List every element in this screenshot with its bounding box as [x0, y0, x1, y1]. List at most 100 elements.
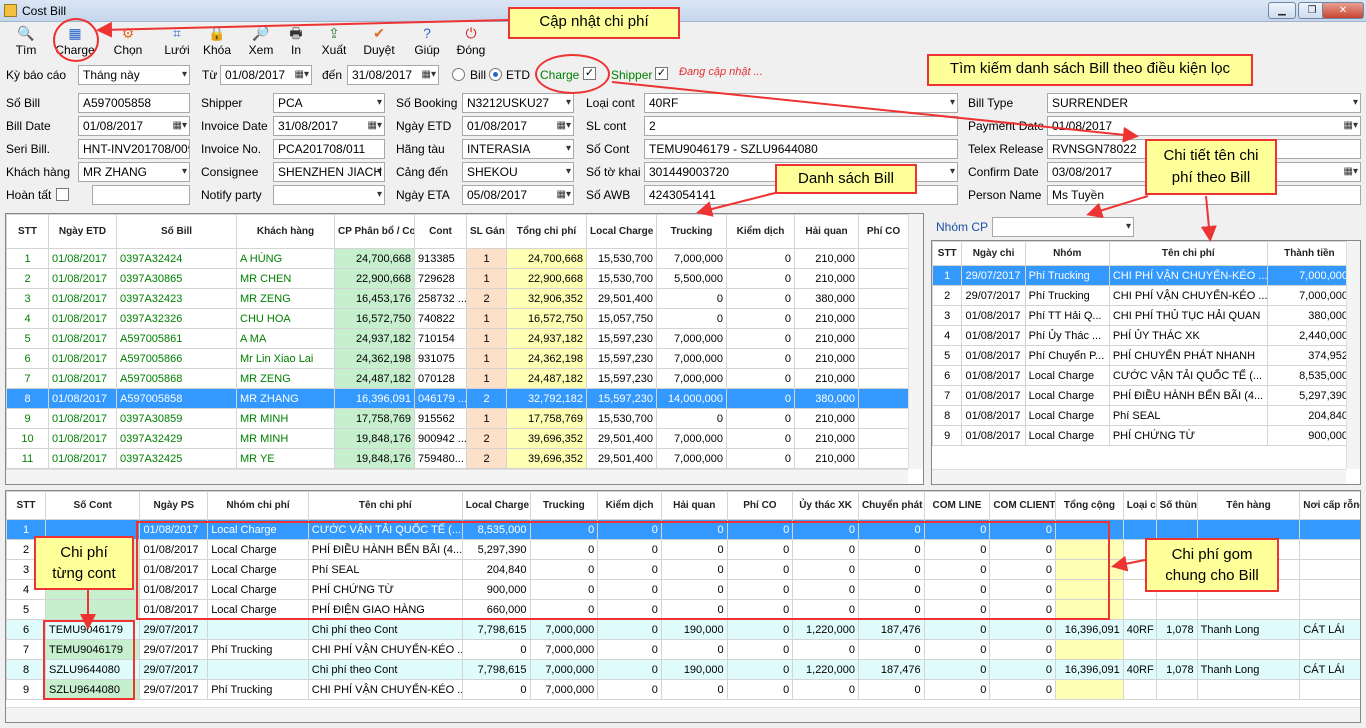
so-bill-field[interactable]: A597005858	[78, 93, 190, 113]
toolbar-export-button[interactable]: ⇪ Xuất	[317, 25, 351, 59]
seri-bill-field[interactable]: HNT-INV201708/009	[78, 139, 190, 159]
column-header[interactable]: Tên chi phí	[307, 491, 463, 520]
column-header[interactable]: Phí CO	[726, 491, 794, 520]
ngay-etd-field[interactable]: 01/08/2017	[462, 116, 574, 136]
table-row[interactable]: 2 29/07/2017 Phí Trucking CHI PHÍ VẬN CHUYỂ…	[932, 285, 1353, 306]
column-header[interactable]: Số Cont	[44, 491, 141, 520]
column-header[interactable]: SL Gán	[466, 214, 507, 249]
hoan-tat-checkbox[interactable]	[56, 188, 69, 201]
bill-date-field[interactable]: 01/08/2017	[78, 116, 190, 136]
cang-den-field[interactable]: SHEKOU	[462, 162, 574, 182]
detail-vscroll[interactable]	[1346, 241, 1360, 469]
table-row[interactable]: 11 01/08/2017 0397A32425 MR YE 19,848,176 759…	[6, 448, 909, 469]
consignee-field[interactable]: SHENZHEN JIACH	[273, 162, 385, 182]
minimize-button[interactable]: ▁	[1268, 2, 1296, 19]
column-header[interactable]: Kiểm dịch	[726, 214, 795, 249]
column-header[interactable]: Tên hàng	[1196, 491, 1301, 520]
hoan-tat-field[interactable]	[92, 185, 190, 205]
nhom-cp-select[interactable]	[992, 217, 1134, 237]
table-row[interactable]: 9 01/08/2017 Local Charge PHÍ CHỨNG TỪ 900,0…	[932, 425, 1353, 446]
etd-radio[interactable]	[489, 68, 502, 81]
table-row[interactable]: 5 01/08/2017 Phí Chuyển P... PHÍ CHUYỂN PHÁ…	[932, 345, 1353, 366]
toolbar-approve-button[interactable]: ✔ Duyệt	[360, 25, 398, 59]
table-row[interactable]: 4 01/08/2017 0397A32326 CHU HOA 16,572,750 74…	[6, 308, 909, 329]
table-row[interactable]: 8 01/08/2017 Local Charge Phí SEAL 204,840	[932, 405, 1353, 426]
khach-hang-field[interactable]: MR ZHANG	[78, 162, 190, 182]
column-header[interactable]: Phí CO	[858, 214, 909, 249]
charge-checkbox[interactable]: ✓	[583, 67, 596, 80]
bill-type-field[interactable]: SURRENDER	[1047, 93, 1361, 113]
so-cont-field[interactable]: TEMU9046179 - SZLU9644080	[644, 139, 958, 159]
column-header[interactable]: Tổng cộng	[1055, 491, 1124, 520]
table-row[interactable]: 6 TEMU9046179 29/07/2017 Chi phí theo Cont 7…	[6, 619, 1360, 640]
column-header[interactable]: Hải quan	[794, 214, 859, 249]
toolbar-calculator-button[interactable]: ▦ Charge	[53, 25, 97, 59]
table-row[interactable]: 3 01/08/2017 0397A32423 MR ZENG 16,453,176 25…	[6, 288, 909, 309]
toolbar-printer-button[interactable]: 🖶 In	[286, 25, 306, 59]
table-row[interactable]: 1 01/08/2017 0397A32424 A HÙNG 24,700,668 913…	[6, 248, 909, 269]
invoice-date-field[interactable]: 31/08/2017	[273, 116, 385, 136]
column-header[interactable]: Số thùng	[1155, 491, 1198, 520]
column-header[interactable]: Ngày chi	[961, 241, 1026, 266]
toolbar-gear-button[interactable]: ⚙ Chọn	[108, 25, 148, 59]
table-row[interactable]: 5 01/08/2017 A597005861 A MA 24,937,182 71015…	[6, 328, 909, 349]
toolbar-help-button[interactable]: ? Giúp	[410, 25, 444, 59]
bill-list-vscroll[interactable]	[908, 214, 923, 469]
column-header[interactable]: Cont	[414, 214, 467, 249]
column-header[interactable]: STT	[932, 241, 963, 266]
shipper-checkbox[interactable]: ✓	[655, 67, 668, 80]
table-row[interactable]: 5 01/08/2017 Local Charge PHÍ ĐIỆN GIAO HÀN…	[6, 599, 1360, 620]
invoice-no-field[interactable]: PCA201708/011	[273, 139, 385, 159]
so-booking-field[interactable]: N3212USKU27	[462, 93, 574, 113]
table-row[interactable]: 6 01/08/2017 A597005866 Mr Lin Xiao Lai 24,3…	[6, 348, 909, 369]
column-header[interactable]: STT	[6, 214, 49, 249]
column-header[interactable]: Ủy thác XK	[792, 491, 859, 520]
column-header[interactable]: COM CLIENT	[989, 491, 1057, 520]
table-row[interactable]: 7 TEMU9046179 29/07/2017 Phí Trucking CHI PH…	[6, 639, 1360, 660]
tu-date-picker[interactable]: 01/08/2017	[220, 65, 312, 85]
column-header[interactable]: Trucking	[529, 491, 599, 520]
column-header[interactable]: Local Charge	[461, 491, 531, 520]
table-row[interactable]: 7 01/08/2017 A597005868 MR ZENG 24,487,182 07…	[6, 368, 909, 389]
cont-hscroll[interactable]	[6, 707, 1360, 722]
notify-field[interactable]	[273, 185, 385, 205]
table-row[interactable]: 10 01/08/2017 0397A32429 MR MINH 19,848,176 9…	[6, 428, 909, 449]
ky-bao-cao-select[interactable]: Tháng này	[78, 65, 190, 85]
detail-hscroll[interactable]	[932, 469, 1346, 484]
column-header[interactable]: Nơi cấp rỗng	[1299, 491, 1360, 520]
sl-cont-field[interactable]: 2	[644, 116, 958, 136]
column-header[interactable]: Thành tiền	[1266, 241, 1353, 266]
toolbar-preview-button[interactable]: 🔎 Xem	[244, 25, 278, 59]
table-row[interactable]: 8 01/08/2017 A597005858 MR ZHANG 16,396,091 0…	[6, 388, 909, 409]
column-header[interactable]: COM LINE	[923, 491, 991, 520]
column-header[interactable]: Hải quan	[660, 491, 728, 520]
column-header[interactable]: Khách hàng	[236, 214, 335, 249]
column-header[interactable]: Chuyển phát	[857, 491, 925, 520]
table-row[interactable]: 7 01/08/2017 Local Charge PHÍ ĐIỀU HÀNH BẾN…	[932, 385, 1353, 406]
table-row[interactable]: 3 01/08/2017 Phí TT Hải Q... CHI PHÍ THỦ TỤ…	[932, 305, 1353, 326]
toolbar-search-button[interactable]: 🔍 Tìm	[10, 25, 42, 59]
toolbar-lock-button[interactable]: 🔒 Khóa	[200, 25, 234, 59]
shipper-field[interactable]: PCA	[273, 93, 385, 113]
ngay-eta-field[interactable]: 05/08/2017	[462, 185, 574, 205]
column-header[interactable]: Tên chi phí	[1108, 241, 1268, 266]
column-header[interactable]: Kiểm dịch	[597, 491, 662, 520]
column-header[interactable]: Nhóm chi phí	[207, 491, 309, 520]
table-row[interactable]: 9 01/08/2017 0397A30859 MR MINH 17,758,769 91…	[6, 408, 909, 429]
bill-list-hscroll[interactable]	[6, 469, 908, 484]
column-header[interactable]: CP Phân bổ / Cont	[334, 214, 415, 249]
column-header[interactable]: Ngày PS	[139, 491, 209, 520]
column-header[interactable]: Số Bill	[116, 214, 237, 249]
table-row[interactable]: 2 01/08/2017 0397A30865 MR CHEN 22,900,668 72…	[6, 268, 909, 289]
column-header[interactable]: Local Charge	[586, 214, 657, 249]
table-row[interactable]: 9 SZLU9644080 29/07/2017 Phí Trucking CHI PH…	[6, 679, 1360, 700]
den-date-picker[interactable]: 31/08/2017	[347, 65, 439, 85]
column-header[interactable]: Nhóm	[1024, 241, 1110, 266]
toolbar-power-button[interactable]: ⏻ Đóng	[453, 25, 489, 59]
column-header[interactable]: Loại cont	[1122, 491, 1157, 520]
toolbar-grid-button[interactable]: ⌗ Lưới	[158, 25, 196, 59]
column-header[interactable]: Ngày ETD	[48, 214, 117, 249]
bill-radio[interactable]	[452, 68, 465, 81]
hang-tau-field[interactable]: INTERASIA	[462, 139, 574, 159]
payment-date-field[interactable]: 01/08/2017	[1047, 116, 1361, 136]
